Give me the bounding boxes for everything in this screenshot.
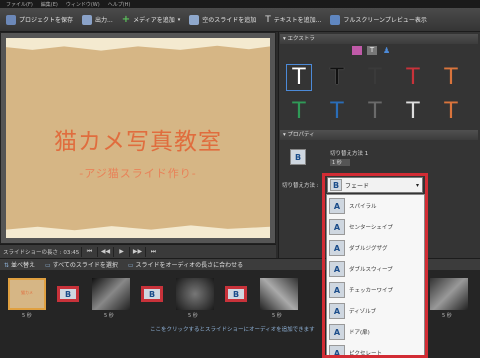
text-style-gray-icon[interactable]: T [362, 98, 388, 125]
slideshow-length: スライドショーの長さ : 03:45 [3, 249, 80, 256]
text-style-orange-icon[interactable]: T [438, 64, 464, 91]
text-style-blue-icon[interactable]: T [324, 98, 350, 125]
monitor-icon [330, 14, 341, 25]
slide-duration[interactable]: 5 秒 [104, 312, 114, 319]
highlight-box [322, 173, 428, 358]
add-audio-hint[interactable]: ここをクリックするとスライドショーにオーディオを追加できます [150, 325, 315, 333]
text-style-black-icon[interactable]: T [324, 64, 350, 91]
menu-file[interactable]: ファイル(F) [6, 1, 33, 8]
add-media-button[interactable]: + メディアを追加 ▾ [120, 12, 183, 27]
last-slide-icon[interactable]: ⏭ [145, 246, 161, 257]
menu-help[interactable]: ヘルプ(H) [108, 1, 131, 8]
transition-icon[interactable]: B [141, 286, 163, 302]
output-icon [82, 14, 93, 25]
menu-edit[interactable]: 編集(E) [41, 1, 58, 8]
menu-window[interactable]: ウィンドウ(W) [66, 1, 100, 8]
collapse-icon: ▾ [283, 132, 286, 138]
add-blank-slide-button[interactable]: 空のスライドを追加 [187, 13, 258, 27]
collapse-icon: ▾ [283, 36, 286, 42]
text-style-red-icon[interactable]: T [400, 64, 426, 91]
slide-thumbnail-photo[interactable] [260, 278, 298, 310]
transition-property-icon: B [290, 149, 306, 165]
transition-duration-field[interactable]: 1 秒 [330, 159, 350, 166]
slide-duration[interactable]: 5 秒 [272, 312, 282, 319]
text-style-green-icon[interactable]: T [286, 98, 312, 125]
thumbnail-text: 猫カメ [21, 290, 33, 295]
output-button[interactable]: 出力... [80, 13, 115, 27]
slide-thumbnail-photo[interactable] [176, 278, 214, 310]
toolbar: プロジェクトを保存 出力... + メディアを追加 ▾ 空のスライドを追加 T … [0, 8, 480, 32]
paper-tear-top [6, 38, 270, 51]
previous-icon[interactable]: ◀◀ [97, 246, 113, 257]
transition-method-label: 切り替え方法 : [282, 183, 319, 189]
graphics-tab-icon[interactable] [352, 46, 362, 55]
text-tab-icon[interactable]: T [367, 46, 377, 55]
chevron-down-icon: ▾ [177, 16, 181, 23]
transition-icon[interactable]: B [225, 286, 247, 302]
slide-duration[interactable]: 5 秒 [22, 312, 32, 319]
save-icon [6, 14, 16, 25]
save-project-button[interactable]: プロジェクトを保存 [4, 13, 75, 27]
text-style-dark-icon[interactable]: T [362, 64, 388, 91]
slide-subtitle[interactable]: -アジ猫スライド作り- [6, 165, 270, 181]
paper-tear-bottom [6, 225, 270, 238]
menu-bar: ファイル(F) 編集(E) ウィンドウ(W) ヘルプ(H) [0, 0, 480, 8]
plus-icon: + [121, 14, 131, 25]
slide-duration[interactable]: 5 秒 [188, 312, 198, 319]
slide-title[interactable]: 猫カメ写真教室 [6, 122, 270, 156]
text-style-light-icon[interactable]: T [400, 98, 426, 125]
add-text-button[interactable]: T テキストを追加... [263, 13, 323, 27]
playback-bar: スライドショーの長さ : 03:45 ⏮ ◀◀ ▶ ▶▶ ⏭ [0, 244, 276, 258]
play-icon[interactable]: ▶ [113, 246, 129, 257]
slide-thumbnail-photo[interactable] [92, 278, 130, 310]
slide-thumbnail-title[interactable]: 猫カメ [8, 278, 46, 310]
sort-button[interactable]: ⇅ 並べ替え [4, 260, 35, 269]
extras-panel-header[interactable]: ▾ エクストラ [280, 34, 478, 44]
text-icon: T [265, 14, 271, 25]
slide-thumbnail-photo[interactable] [430, 278, 468, 310]
sort-icon: ⇅ [4, 262, 10, 269]
slide-preview[interactable]: 猫カメ写真教室 -アジ猫スライド作り- [6, 38, 270, 238]
transition-name: 切り替え方法 1 [330, 151, 369, 157]
select-icon: ▭ [44, 262, 51, 269]
next-icon[interactable]: ▶▶ [129, 246, 145, 257]
transition-icon[interactable]: B [57, 286, 79, 302]
slide-duration[interactable]: 5 秒 [442, 312, 452, 319]
blank-slide-icon [189, 14, 200, 25]
text-style-orange2-icon[interactable]: T [438, 98, 464, 125]
select-all-slides-button[interactable]: ▭ すべてのスライドを選択 [45, 260, 118, 269]
properties-panel-header[interactable]: ▾ プロパティ [280, 130, 478, 140]
first-slide-icon[interactable]: ⏮ [81, 246, 97, 257]
narration-tab-icon[interactable]: ♟ [383, 46, 393, 55]
slideshow-editor-window: ファイル(F) 編集(E) ウィンドウ(W) ヘルプ(H) プロジェクトを保存 … [0, 0, 480, 358]
fit-icon: ▭ [127, 262, 134, 269]
extras-tab-strip: T ♟ [350, 46, 410, 56]
fullscreen-preview-button[interactable]: フルスクリーンプレビュー表示 [328, 13, 429, 27]
fit-to-audio-button[interactable]: ▭ スライドをオーディオの長さに合わせる [128, 260, 243, 269]
text-style-outline-icon[interactable]: T [286, 64, 312, 91]
